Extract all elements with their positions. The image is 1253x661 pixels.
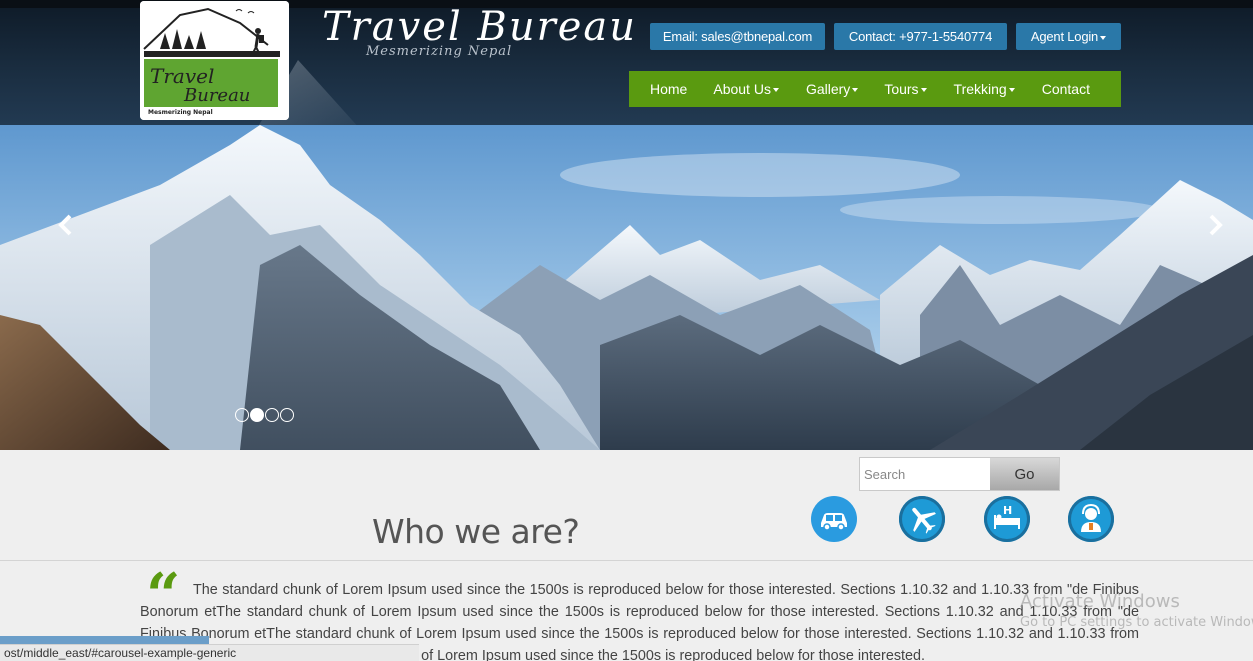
carousel-indicator-active[interactable]	[250, 408, 264, 422]
mountain-landscape-image	[0, 125, 1253, 450]
search-go-button[interactable]: Go	[990, 458, 1059, 490]
nav-item-about-us[interactable]: About Us	[713, 81, 779, 97]
nav-item-trekking[interactable]: Trekking	[954, 81, 1015, 97]
nav-label: Tours	[884, 81, 919, 97]
nav-label: Home	[650, 81, 688, 97]
browser-status-bar: ost/middle_east/#carousel-example-generi…	[0, 644, 419, 661]
site-logo[interactable]: Travel Bureau Mesmerizing Nepal	[140, 1, 289, 120]
nav-label: Contact	[1041, 81, 1090, 97]
customer-support-icon[interactable]	[1068, 496, 1114, 542]
nav-item-gallery[interactable]: Gallery	[805, 81, 859, 97]
status-accent	[0, 636, 209, 644]
caret-down-icon	[852, 88, 859, 93]
logo-graphic: Travel Bureau Mesmerizing Nepal	[140, 1, 289, 120]
email-button[interactable]: Email: sales@tbnepal.com	[650, 23, 825, 50]
carousel-indicator[interactable]	[280, 408, 294, 422]
carousel-indicator[interactable]	[265, 408, 279, 422]
contact-button[interactable]: Contact: +977-1-5540774	[834, 23, 1007, 50]
nav-item-contact[interactable]: Contact	[1042, 81, 1090, 97]
logo-text-line2: Bureau	[183, 85, 250, 106]
section-title: Who we are?	[372, 512, 580, 551]
windows-activation-watermark: Activate Windows Go to PC settings to ac…	[1020, 591, 1253, 630]
nav-item-home[interactable]: Home	[650, 81, 687, 97]
agent-login-button[interactable]: Agent Login	[1016, 23, 1121, 50]
caret-down-icon	[1100, 35, 1107, 40]
airplane-icon[interactable]	[899, 496, 945, 542]
caret-down-icon	[920, 88, 927, 93]
nav-label: About Us	[713, 81, 771, 97]
watermark-line2: Go to PC settings to activate Windows.	[1020, 615, 1253, 630]
agent-login-label: Agent Login	[1030, 29, 1099, 44]
hero-carousel	[0, 125, 1253, 450]
caret-down-icon	[772, 88, 779, 93]
search-input[interactable]	[860, 458, 990, 490]
nav-item-tours[interactable]: Tours	[884, 81, 927, 97]
carousel-indicator[interactable]	[235, 408, 249, 422]
car-icon[interactable]	[811, 496, 857, 542]
brand: Travel Bureau Mesmerizing Nepal	[322, 4, 637, 59]
caret-down-icon	[1008, 88, 1015, 93]
site-header: Travel Bureau Mesmerizing Nepal Travel B…	[0, 0, 1253, 125]
search-form: Go	[859, 457, 1060, 491]
svg-text:H: H	[1003, 504, 1012, 517]
carousel-indicators	[235, 408, 294, 422]
main-nav: Home About Us Gallery Tours Trekking Con…	[629, 71, 1121, 107]
watermark-line1: Activate Windows	[1020, 591, 1180, 612]
carousel-next-icon[interactable]	[1203, 213, 1227, 237]
nav-label: Trekking	[953, 81, 1007, 97]
carousel-prev-icon[interactable]	[54, 213, 78, 237]
hotel-icon[interactable]: H	[984, 496, 1030, 542]
section-divider	[0, 560, 1253, 561]
brand-tagline: Mesmerizing Nepal	[366, 44, 513, 59]
logo-tagline: Mesmerizing Nepal	[148, 109, 213, 116]
nav-label: Gallery	[805, 81, 851, 97]
